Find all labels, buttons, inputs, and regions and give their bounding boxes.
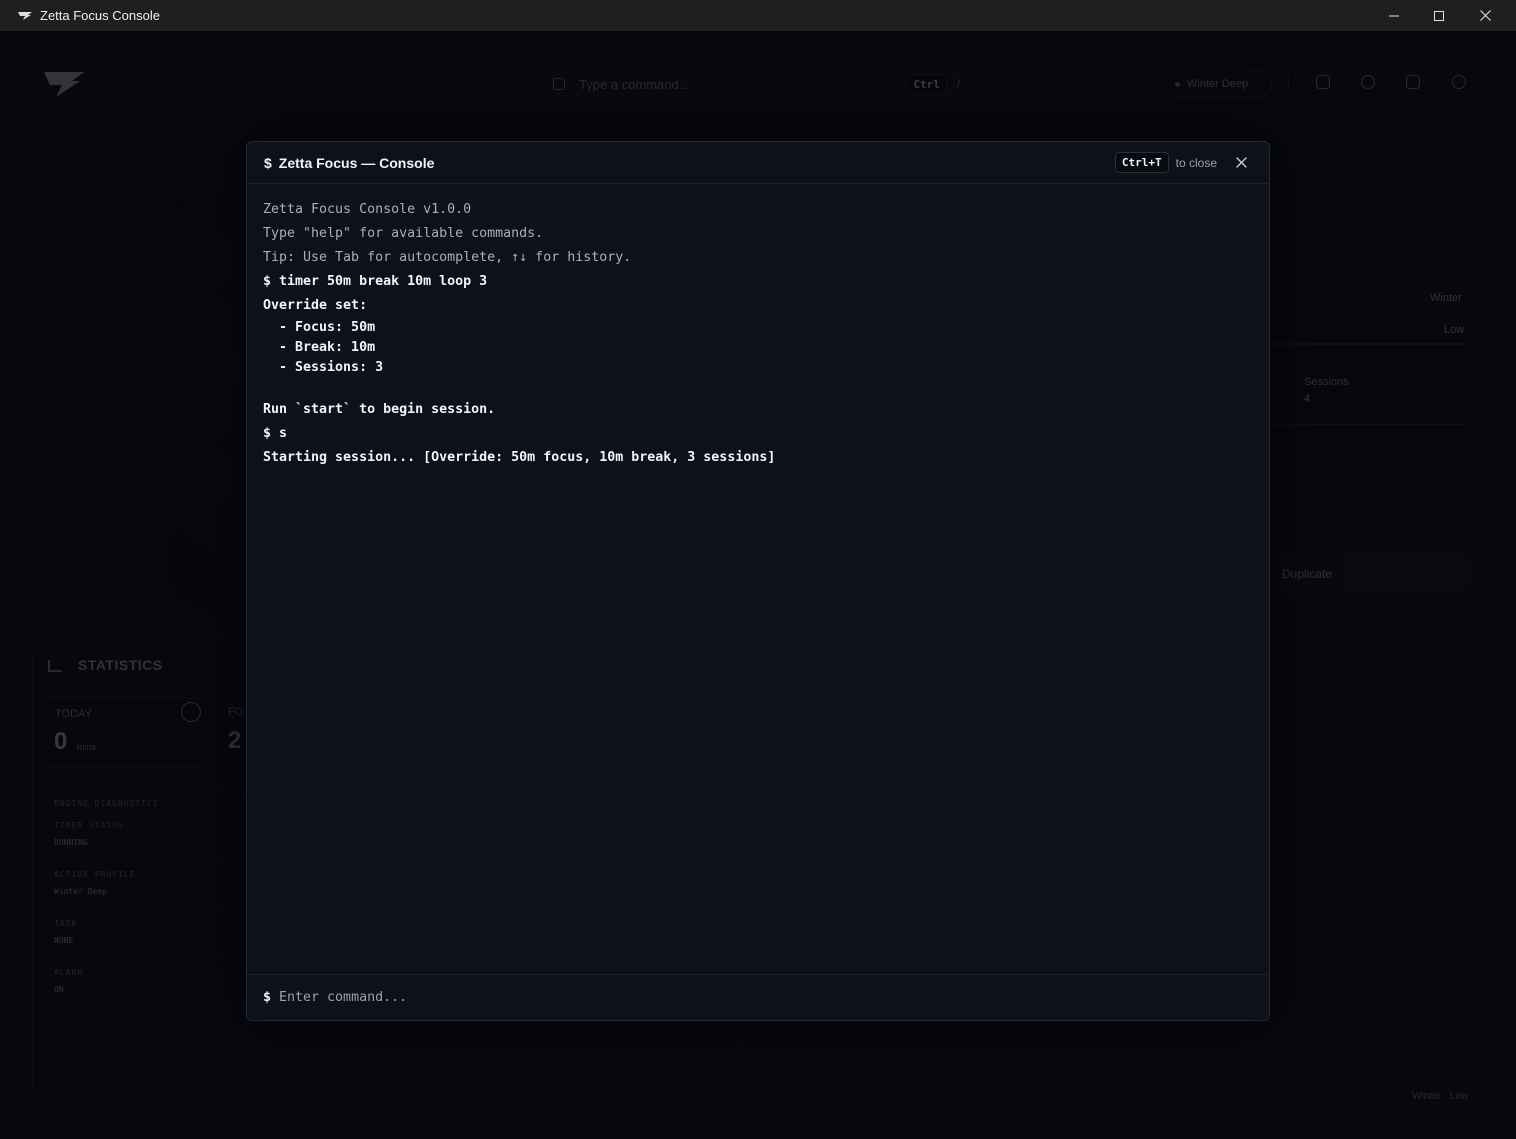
profile-chip-label: Winter Deep <box>1187 78 1249 90</box>
phone-icon[interactable] <box>1361 75 1375 89</box>
console-command-line: $ s <box>263 426 288 441</box>
focus-stat-label: FO <box>228 706 244 718</box>
diag-divider <box>50 905 246 906</box>
console-line: Type "help" for available commands. <box>263 226 544 241</box>
console-modal: $ Zetta Focus — Console Ctrl+T to close … <box>246 141 1270 1021</box>
diag-label: ACTIVE PROFILE <box>54 870 136 879</box>
console-input-bar: $ <box>247 974 1269 1020</box>
duplicate-label: Duplicate <box>1282 567 1333 581</box>
command-bar[interactable]: Type a command... Ctrl / <box>535 67 985 101</box>
console-close-button[interactable] <box>1233 154 1249 170</box>
diag-divider <box>50 856 246 857</box>
clock-icon <box>181 702 201 722</box>
diag-value: ON <box>54 985 64 994</box>
console-prompt: $ <box>263 990 272 1005</box>
window-titlebar: Zetta Focus Console <box>0 0 1516 31</box>
duplicate-button[interactable]: Duplicate <box>1250 552 1470 596</box>
footer-status: Winter · Low <box>1412 1091 1469 1102</box>
close-shortcut-hint: Ctrl+T to close <box>1114 152 1217 173</box>
console-output: Zetta Focus Console v1.0.0 Type "help" f… <box>263 198 1253 470</box>
app-logo <box>42 68 86 100</box>
console-title-text: Zetta Focus — Console <box>278 154 435 171</box>
settings-icon[interactable] <box>1452 75 1466 89</box>
diag-value: RUNNING <box>54 838 88 847</box>
console-header: $ Zetta Focus — Console Ctrl+T to close <box>247 142 1269 184</box>
console-line: Starting session... [Override: 50m focus… <box>263 450 776 465</box>
console-line: Tip: Use Tab for autocomplete, ↑↓ for hi… <box>263 250 632 265</box>
app-logo-icon <box>17 10 35 22</box>
profile-dot-icon <box>1175 81 1180 87</box>
focus-stat-value: 2 <box>228 727 242 754</box>
side-sessions-label: Sessions <box>1304 376 1349 388</box>
toolbar-divider <box>1288 76 1289 90</box>
console-title: $ Zetta Focus — Console <box>264 155 434 171</box>
command-bar-placeholder: Type a command... <box>579 76 690 92</box>
today-stat-card: TODAY 0 mins <box>42 697 206 767</box>
today-label: TODAY <box>55 708 92 720</box>
diag-label: TIMER STATUS <box>54 821 124 830</box>
side-divider <box>1270 343 1466 345</box>
diag-label: TASK <box>54 919 78 928</box>
diag-value: Winter Deep <box>54 887 107 896</box>
diag-value: NONE <box>54 936 74 945</box>
close-icon <box>1235 156 1247 168</box>
today-unit: mins <box>77 742 97 752</box>
console-line: - Break: 10m <box>263 340 376 355</box>
side-divider-2 <box>1270 424 1466 425</box>
console-line: - Focus: 50m <box>263 320 376 335</box>
console-title-prefix: $ <box>264 154 272 171</box>
shortcut-text: to close <box>1175 155 1217 170</box>
side-profile-level: Low <box>1444 324 1465 336</box>
minimize-button[interactable] <box>1371 0 1417 31</box>
window-title: Zetta Focus Console <box>40 8 160 23</box>
today-value: 0 <box>54 728 68 755</box>
statistics-icon <box>48 660 62 672</box>
shortcut-key: Ctrl+T <box>1114 152 1169 173</box>
command-bar-shortcut-key: / <box>956 78 960 90</box>
diag-divider <box>50 1003 246 1004</box>
side-sessions-value: 4 <box>1304 393 1311 405</box>
diag-divider <box>50 954 246 955</box>
maximize-button[interactable] <box>1416 0 1462 31</box>
toggle-icon[interactable] <box>1316 75 1330 89</box>
statistics-title: STATISTICS <box>78 657 163 673</box>
diag-label: ALARM <box>54 968 84 977</box>
command-bar-shortcut: Ctrl <box>906 73 947 95</box>
console-line: Run `start` to begin session. <box>263 402 496 417</box>
console-command-input[interactable] <box>279 990 1180 1005</box>
diagnostics-title: ENGINE DIAGNOSTICS <box>54 799 159 808</box>
window-close-button[interactable] <box>1462 0 1508 31</box>
console-line: - Sessions: 3 <box>263 360 384 375</box>
console-command-line: $ timer 50m break 10m loop 3 <box>263 274 488 289</box>
side-profile-name: Winter <box>1430 292 1462 304</box>
profile-chip[interactable]: Winter Deep <box>1162 70 1272 98</box>
console-line: Override set: <box>263 298 368 313</box>
command-icon <box>553 78 565 90</box>
console-line: Zetta Focus Console v1.0.0 <box>263 202 472 217</box>
chart-icon[interactable] <box>1406 75 1420 89</box>
